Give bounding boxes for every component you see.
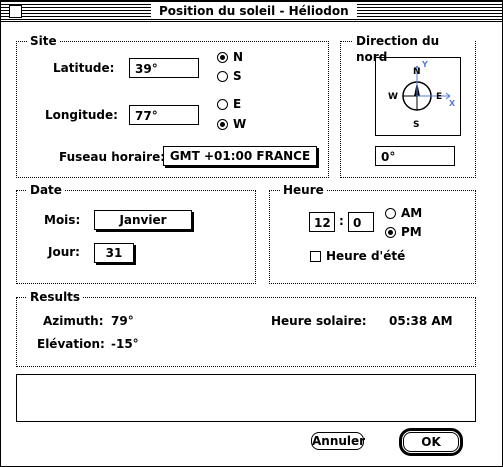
timezone-popup[interactable]: GMT +01:00 FRANCE	[163, 146, 317, 166]
message-box	[16, 374, 476, 422]
radio-pm[interactable]: PM	[385, 225, 422, 239]
radio-east-dot	[217, 98, 228, 110]
longitude-label: Longitude:	[45, 108, 118, 122]
latitude-label: Latitude:	[53, 61, 115, 75]
day-label: Jour:	[48, 245, 80, 259]
elevation-value: -15°	[111, 337, 139, 351]
time-separator: :	[339, 214, 344, 228]
radio-north-dot	[217, 51, 228, 63]
north-direction-field[interactable]: 0°	[375, 146, 455, 166]
compass-s: S	[413, 120, 419, 130]
date-legend: Date	[27, 182, 65, 198]
radio-west[interactable]: W	[217, 117, 246, 131]
radio-am-dot	[385, 207, 396, 219]
azimuth-label: Azimuth:	[43, 314, 104, 328]
minute-field[interactable]: 0	[348, 212, 374, 232]
compass-w: W	[388, 92, 398, 102]
radio-am[interactable]: AM	[385, 206, 422, 220]
dst-label: Heure d'été	[326, 249, 406, 263]
title-bar[interactable]: Position du soleil - Héliodon	[1, 1, 502, 22]
radio-south-label: S	[233, 69, 242, 83]
radio-pm-dot	[385, 226, 396, 238]
month-popup[interactable]: Janvier	[94, 210, 192, 230]
compass-x: X	[449, 99, 456, 108]
month-label: Mois:	[44, 213, 81, 227]
ok-button[interactable]: OK	[399, 428, 463, 456]
compass-n: N	[413, 67, 421, 77]
dst-checkbox[interactable]: Heure d'été	[310, 249, 405, 263]
radio-pm-label: PM	[401, 225, 422, 239]
dst-checkbox-box	[310, 250, 321, 262]
radio-south-dot	[217, 70, 228, 82]
compass-e: E	[436, 92, 442, 102]
radio-am-label: AM	[401, 206, 423, 220]
radio-north[interactable]: N	[217, 50, 243, 64]
radio-south[interactable]: S	[217, 69, 242, 83]
azimuth-value: 79°	[111, 314, 134, 328]
solar-time-value: 05:38 AM	[389, 314, 453, 328]
time-legend: Heure	[280, 182, 327, 198]
compass-y: Y	[421, 60, 428, 69]
solar-time-label: Heure solaire:	[271, 314, 367, 328]
radio-west-dot	[217, 118, 228, 130]
longitude-field[interactable]: 77°	[129, 105, 199, 125]
cancel-button[interactable]: Annuler	[311, 432, 365, 450]
results-group: Results	[16, 289, 476, 367]
time-group: Heure	[269, 182, 476, 284]
radio-east[interactable]: E	[217, 97, 241, 111]
dialog-window: Position du soleil - Héliodon Site Latit…	[0, 0, 503, 467]
radio-east-label: E	[233, 97, 242, 111]
compass-icon: N S W E Y X	[388, 60, 456, 130]
day-popup[interactable]: 31	[94, 243, 134, 263]
close-box[interactable]	[9, 5, 22, 18]
window-title: Position du soleil - Héliodon	[151, 3, 357, 19]
hour-field[interactable]: 12	[309, 212, 335, 232]
results-legend: Results	[27, 289, 84, 305]
latitude-field[interactable]: 39°	[129, 58, 199, 78]
radio-west-label: W	[233, 117, 247, 131]
radio-north-label: N	[233, 50, 244, 64]
date-group: Date	[16, 182, 256, 284]
elevation-label: Elévation:	[37, 337, 105, 351]
compass-box[interactable]: N S W E Y X	[375, 57, 461, 136]
timezone-label: Fuseau horaire:	[59, 150, 166, 164]
site-legend: Site	[27, 33, 60, 49]
